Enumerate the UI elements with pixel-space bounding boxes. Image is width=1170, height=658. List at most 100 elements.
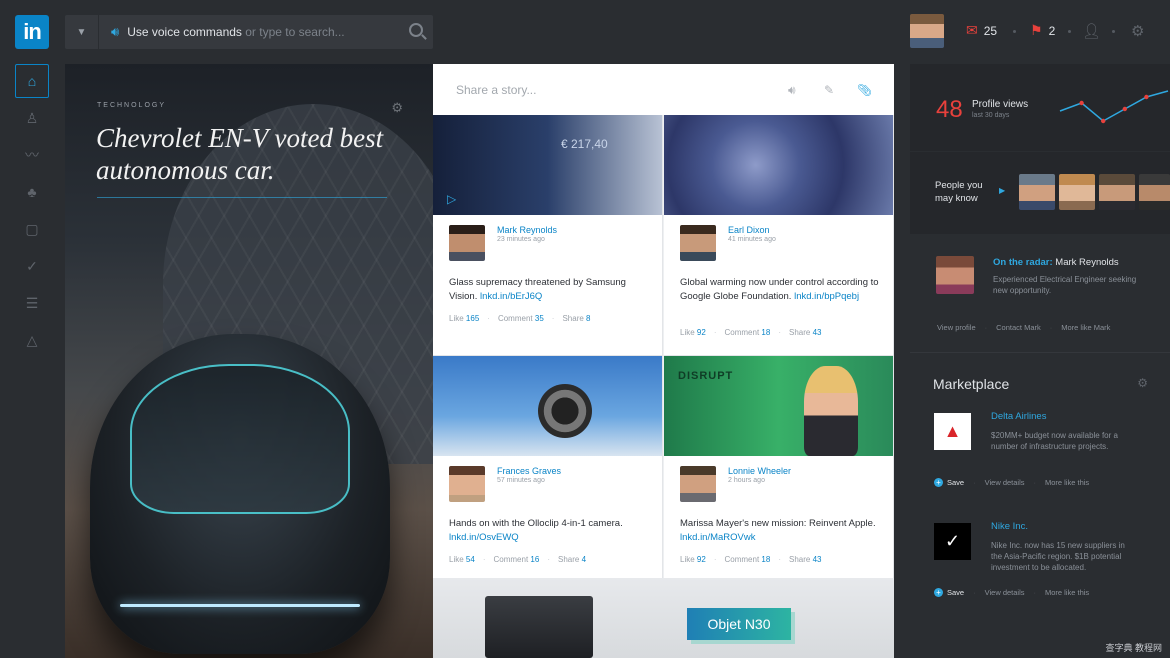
feed-card[interactable]: € 217,40 ▷ Mark Reynolds 23 minutes ago … (433, 115, 663, 355)
view-details-link[interactable]: View details (985, 588, 1025, 597)
linkedin-logo[interactable]: in (15, 15, 49, 49)
post-actions: Like 165 · Comment 35 · Share 8 (449, 314, 591, 323)
like-button[interactable]: Like 54 (449, 555, 475, 564)
author-name[interactable]: Frances Graves (497, 466, 561, 476)
post-link[interactable]: lnkd.in/bpPqebj (794, 291, 859, 302)
avatar[interactable] (936, 256, 974, 294)
save-button[interactable]: Save (947, 478, 964, 487)
suggested-person[interactable] (1059, 174, 1095, 210)
like-button[interactable]: Like 92 (680, 328, 706, 337)
post-actions: Like 92 · Comment 18 · Share 43 (680, 328, 822, 337)
like-label: Like (449, 314, 464, 323)
gear-icon[interactable]: ⚙ (391, 100, 403, 116)
nav-check-icon[interactable]: ✓ (15, 249, 49, 283)
radar-actions: View profile · Contact Mark · More like Ma… (937, 323, 1111, 332)
people-you-may-know[interactable]: People you may know ▶ (910, 152, 1170, 234)
nav-home-icon[interactable]: ⌂ (15, 64, 49, 98)
share-button[interactable]: Share 4 (558, 555, 586, 564)
play-icon[interactable]: ▷ (447, 192, 456, 206)
promo-label[interactable]: Objet N30 (687, 608, 791, 640)
nav-network-icon[interactable]: ♣ (15, 175, 49, 209)
feed-card[interactable]: Earl Dixon 41 minutes ago Global warming… (664, 115, 894, 355)
people-label: People you may know (935, 180, 983, 204)
like-button[interactable]: Like 165 (449, 314, 479, 323)
suggested-person[interactable] (1139, 174, 1170, 210)
comment-button[interactable]: Comment 18 (725, 328, 771, 337)
like-count: 92 (696, 328, 706, 337)
speaker-icon[interactable]: 🔊︎ (788, 83, 796, 98)
post-link[interactable]: lnkd.in/bErJ6Q (480, 291, 542, 302)
share-label: Share (562, 314, 584, 323)
company-name[interactable]: Nike Inc. (991, 521, 1028, 532)
like-button[interactable]: Like 92 (680, 555, 706, 564)
sidebar-nav: ⌂ ♙ 〰 ♣ ▢ ✓ ☰ △ (15, 64, 49, 360)
suggested-person[interactable] (1099, 174, 1135, 210)
post-link[interactable]: lnkd.in/OsvEWQ (449, 532, 519, 543)
search-bar[interactable]: ▼ 🔊︎ Use voice commands or type to searc… (65, 15, 433, 49)
nav-jobs-icon[interactable]: ▢ (15, 212, 49, 246)
featured-story[interactable]: TECHNOLOGY ⚙ Chevrolet EN-V voted best a… (65, 64, 433, 658)
notifications-indicator[interactable]: ⚑ 2 (1030, 22, 1055, 39)
share-input[interactable]: Share a story... (456, 83, 536, 97)
story-headline[interactable]: Chevrolet EN-V voted best autonomous car… (96, 122, 396, 186)
chevron-down-icon[interactable]: ▼ (65, 15, 99, 49)
save-button[interactable]: Save (947, 588, 964, 597)
avatar[interactable] (449, 225, 485, 261)
comment-button[interactable]: Comment 18 (725, 555, 771, 564)
nav-profile-icon[interactable]: ♙ (15, 101, 49, 135)
post-link[interactable]: lnkd.in/MaROVwk (680, 532, 756, 543)
author-name[interactable]: Mark Reynolds (497, 225, 557, 235)
nav-analytics-icon[interactable]: 〰 (15, 138, 49, 172)
nav-triangle-icon[interactable]: △ (15, 323, 49, 357)
story-category: TECHNOLOGY (97, 102, 167, 109)
headline-divider (97, 197, 387, 198)
contact-link[interactable]: Contact Mark (996, 323, 1041, 332)
comment-label: Comment (497, 314, 533, 323)
nike-logo-icon[interactable]: ✓ (934, 523, 971, 560)
view-details-link[interactable]: View details (985, 478, 1025, 487)
radar-title[interactable]: On the radar: Mark Reynolds (993, 257, 1119, 268)
search-placeholder[interactable]: Use voice commands or type to search... (127, 25, 344, 39)
view-profile-link[interactable]: View profile (937, 323, 976, 332)
comment-button[interactable]: Comment 16 (494, 555, 540, 564)
delta-logo-icon[interactable]: ▲ (934, 413, 971, 450)
comment-label: Comment (724, 328, 760, 337)
gear-icon[interactable]: ⚙ (1131, 22, 1144, 40)
avatar[interactable] (910, 14, 944, 48)
pencil-icon[interactable]: ✎ (824, 83, 834, 97)
lens-shape (538, 384, 592, 438)
search-icon[interactable] (409, 23, 423, 37)
comment-button[interactable]: Comment 35 (498, 314, 544, 323)
plus-icon[interactable]: + (934, 588, 943, 597)
avatar[interactable] (449, 466, 485, 502)
more-like-link[interactable]: More like Mark (1061, 323, 1110, 332)
share-story-box[interactable]: Share a story... 🔊︎ ✎ 📎︎ (433, 64, 894, 115)
speaker-icon[interactable]: 🔊︎ (111, 24, 119, 40)
author-name[interactable]: Lonnie Wheeler (728, 466, 791, 476)
plus-icon[interactable]: + (934, 478, 943, 487)
share-button[interactable]: Share 43 (789, 328, 822, 337)
share-button[interactable]: Share 43 (789, 555, 822, 564)
post-text: Marissa Mayer's new mission: Reinvent Ap… (680, 517, 880, 545)
nav-list-icon[interactable]: ☰ (15, 286, 49, 320)
paperclip-icon[interactable]: 📎︎ (857, 83, 872, 97)
share-button[interactable]: Share 8 (562, 314, 590, 323)
chevron-right-icon[interactable]: ▶ (999, 186, 1005, 195)
more-like-this-link[interactable]: More like this (1045, 588, 1089, 597)
feed-card[interactable]: Frances Graves 57 minutes ago Hands on w… (433, 355, 663, 578)
feed-card[interactable]: DISRUPT Lonnie Wheeler 2 hours ago Maris… (664, 355, 894, 578)
speaker-figure (804, 366, 858, 456)
messages-indicator[interactable]: ✉ 25 (966, 22, 997, 39)
post-body: Hands on with the Olloclip 4-in-1 camera… (449, 518, 623, 529)
suggested-person[interactable] (1019, 174, 1055, 210)
author-name[interactable]: Earl Dixon (728, 225, 770, 235)
more-like-this-link[interactable]: More like this (1045, 478, 1089, 487)
profile-views-widget[interactable]: 48 Profile views last 30 days (910, 64, 1170, 151)
gear-icon[interactable]: ⚙ (1137, 376, 1148, 390)
company-name[interactable]: Delta Airlines (991, 411, 1046, 422)
add-connection-icon[interactable]: 👤︎ (1082, 22, 1101, 40)
sponsored-banner[interactable]: Objet N30 (433, 578, 894, 658)
avatar[interactable] (680, 225, 716, 261)
avatar[interactable] (680, 466, 716, 502)
like-count: 92 (696, 555, 706, 564)
